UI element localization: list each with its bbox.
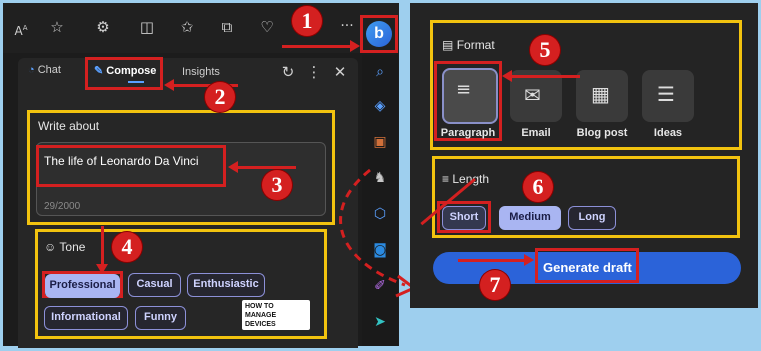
blog-post-icon: ▦ bbox=[591, 82, 610, 106]
callout-6: 6 bbox=[523, 172, 553, 202]
callout-5: 5 bbox=[530, 35, 560, 65]
send-icon[interactable]: ➤ bbox=[371, 314, 389, 330]
callout-1: 1 bbox=[292, 6, 322, 36]
callout-1-arrow bbox=[282, 40, 360, 52]
callout-7: 7 bbox=[480, 270, 510, 300]
callout-3-arrow bbox=[228, 161, 296, 173]
tone-header: ☺ Tone bbox=[44, 240, 85, 254]
read-aloud-icon[interactable]: AA bbox=[11, 19, 31, 40]
write-about-label: Write about bbox=[38, 119, 100, 133]
tone-option-professional[interactable]: Professional bbox=[45, 274, 120, 298]
callout-5-arrow bbox=[502, 70, 580, 82]
favorite-star-icon[interactable]: ☆ bbox=[47, 18, 67, 36]
logo-line-1: HOW TO bbox=[245, 303, 274, 310]
tone-option-funny[interactable]: Funny bbox=[135, 306, 186, 330]
length-option-long[interactable]: Long bbox=[568, 206, 616, 230]
more-icon[interactable]: ··· bbox=[337, 17, 357, 35]
tab-chat[interactable]: ◔ Chat bbox=[28, 64, 61, 82]
chat-icon: ◔ bbox=[28, 64, 35, 76]
callout-7-arrow bbox=[458, 254, 534, 266]
email-icon: ✉ bbox=[524, 83, 541, 107]
callout-3: 3 bbox=[262, 170, 292, 200]
callout-4: 4 bbox=[112, 232, 142, 262]
generate-draft-label: Generate draft bbox=[543, 260, 632, 275]
close-icon[interactable]: ✕ bbox=[330, 63, 350, 81]
how-to-manage-devices-logo: HOW TO MANAGE DEVICES bbox=[242, 300, 310, 330]
logo-line-2: MANAGE bbox=[245, 312, 277, 319]
refresh-icon[interactable]: ↻ bbox=[278, 63, 298, 81]
callout-2: 2 bbox=[205, 82, 235, 112]
search-icon[interactable]: ⌕ bbox=[371, 64, 389, 80]
logo-line-3: DEVICES bbox=[245, 321, 276, 328]
browser-essentials-icon[interactable]: ♡ bbox=[257, 18, 277, 36]
character-counter: 29/2000 bbox=[44, 201, 81, 212]
paragraph-icon: ≡ bbox=[456, 79, 472, 100]
length-icon: ≡ bbox=[442, 172, 450, 186]
compose-tab-highlight bbox=[85, 57, 163, 90]
format-header: ▤ Format bbox=[442, 38, 495, 52]
format-option-ideas-label: Ideas bbox=[653, 127, 683, 139]
format-label: Format bbox=[456, 38, 495, 52]
tone-option-casual[interactable]: Casual bbox=[128, 273, 181, 297]
callout-4-arrowhead bbox=[96, 264, 108, 274]
shopping-tag-icon[interactable]: ◈ bbox=[371, 98, 389, 114]
tone-option-informational[interactable]: Informational bbox=[44, 306, 128, 330]
tools-icon[interactable]: ▣ bbox=[371, 134, 389, 150]
tab-chat-label: Chat bbox=[37, 64, 61, 76]
length-option-medium[interactable]: Medium bbox=[499, 206, 561, 230]
format-icon: ▤ bbox=[442, 38, 454, 52]
copilot-icon[interactable]: b bbox=[366, 21, 392, 47]
tone-icon: ☺ bbox=[44, 240, 57, 254]
tone-label: Tone bbox=[59, 240, 86, 254]
write-about-value: The life of Leonardo Da Vinci bbox=[44, 154, 199, 168]
collections-icon[interactable]: ⧉ bbox=[217, 18, 237, 36]
menu-more-icon[interactable]: ⋮ bbox=[304, 63, 324, 81]
ideas-icon: ☰ bbox=[657, 82, 675, 106]
extensions-icon[interactable]: ⚙ bbox=[93, 18, 113, 36]
split-screen-icon[interactable]: ◫ bbox=[137, 18, 157, 36]
length-option-short[interactable]: Short bbox=[442, 206, 486, 230]
tab-insights[interactable]: Insights bbox=[182, 66, 220, 78]
favorites-list-icon[interactable]: ✩ bbox=[177, 18, 197, 36]
tone-option-enthusiastic[interactable]: Enthusiastic bbox=[187, 273, 265, 297]
